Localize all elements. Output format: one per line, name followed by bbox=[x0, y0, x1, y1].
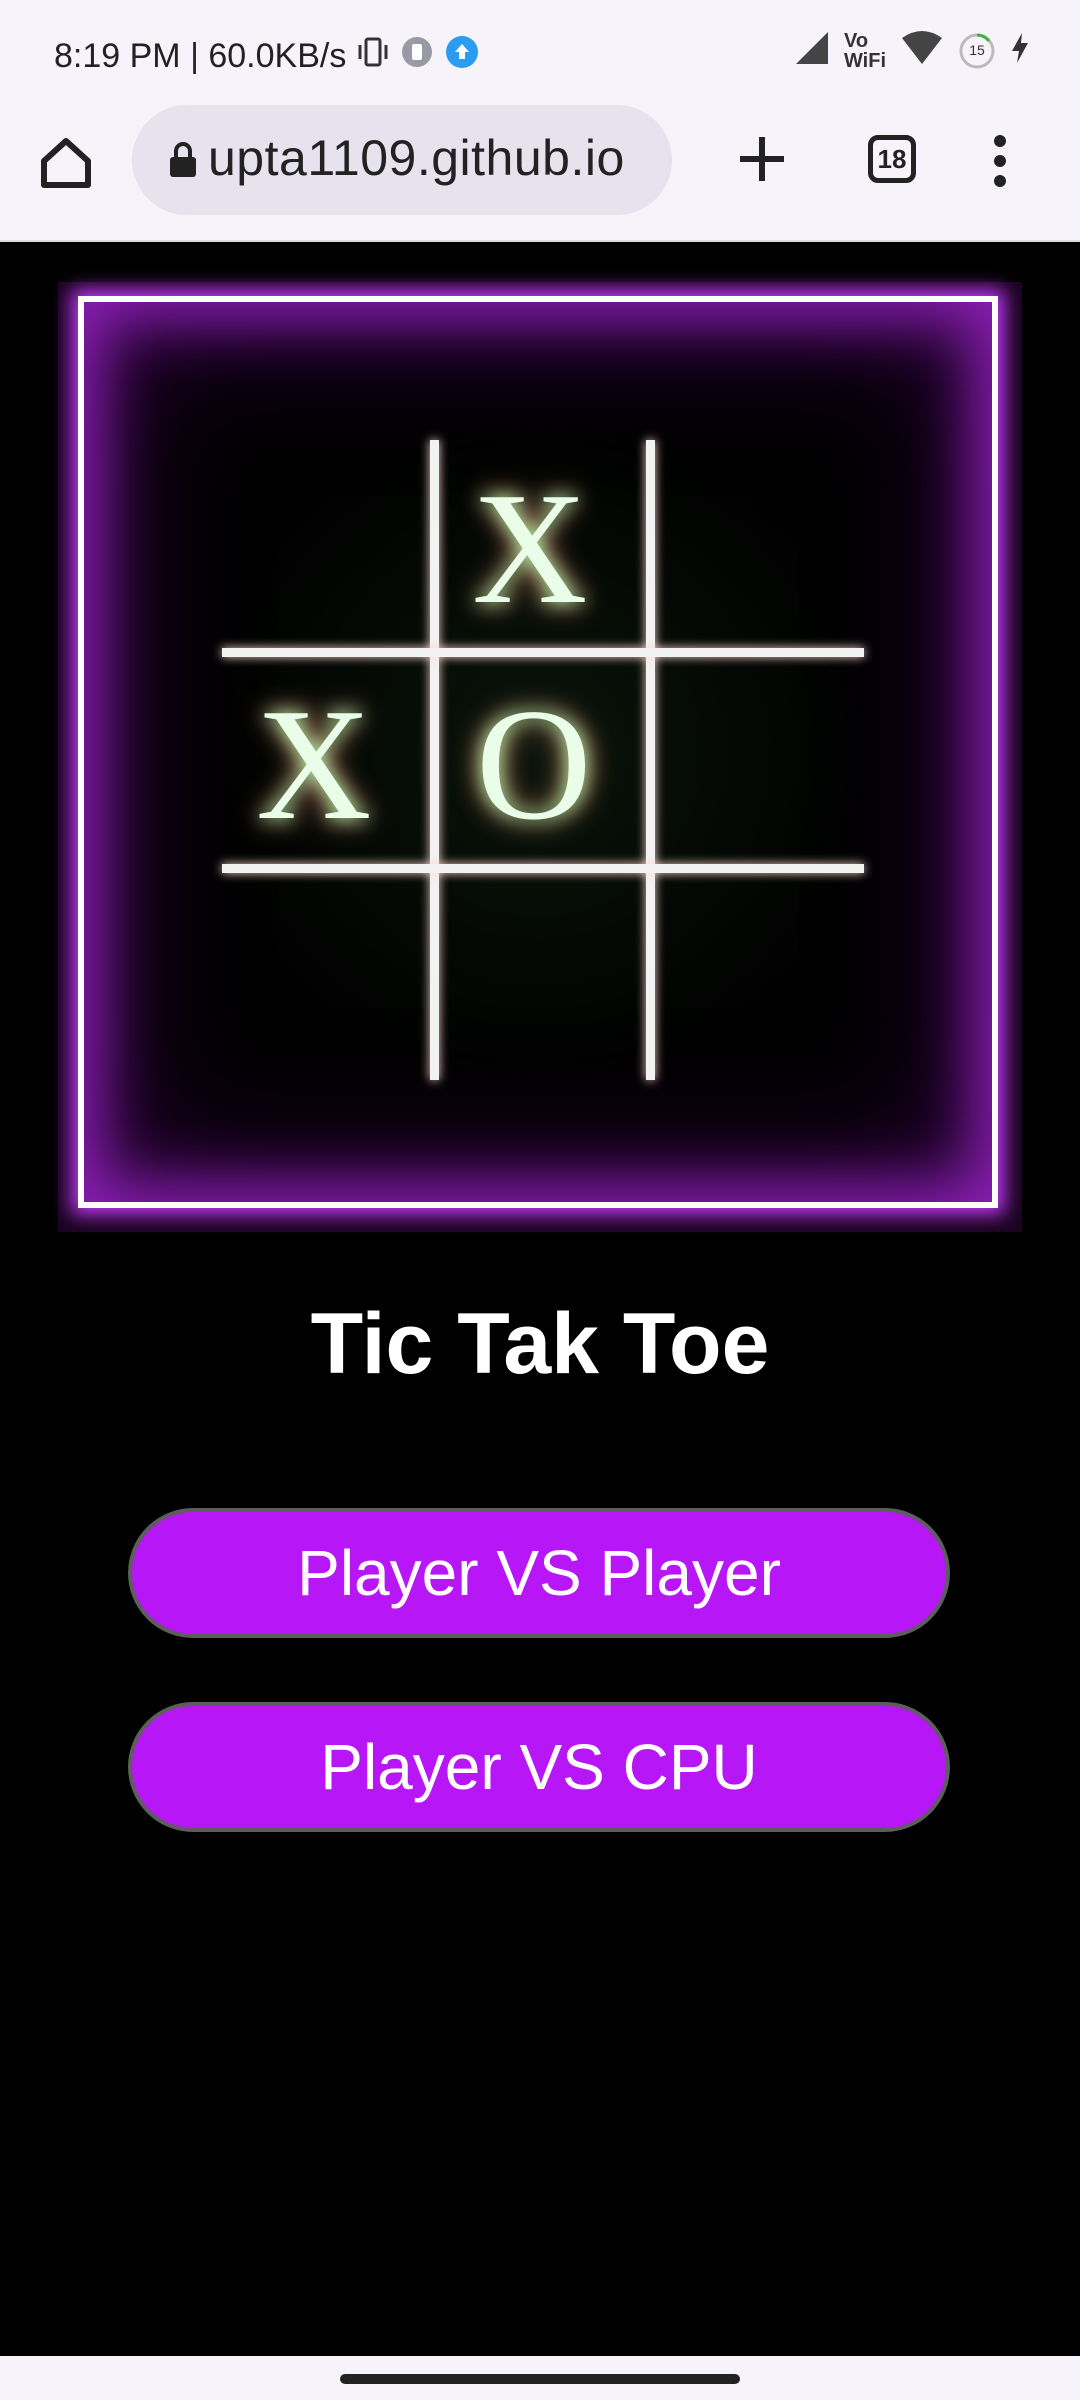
status-bar: 8:19 PM | 60.0KB/s Vo WiFi 15 bbox=[0, 0, 1080, 105]
gesture-nav-bar bbox=[0, 2356, 1080, 2400]
wifi-icon bbox=[900, 30, 944, 71]
grid-line bbox=[430, 440, 439, 1080]
board-cell-mark: X bbox=[256, 675, 372, 853]
lock-icon bbox=[168, 141, 198, 184]
url-text: upta1109.github.io bbox=[208, 130, 625, 186]
charging-icon bbox=[1010, 31, 1030, 70]
hero-image: X X O bbox=[58, 282, 1022, 1232]
neon-frame: X X O bbox=[78, 296, 998, 1208]
cloud-upload-icon bbox=[444, 34, 480, 79]
vowifi-bottom-label: WiFi bbox=[843, 49, 886, 72]
player-vs-player-button[interactable]: Player VS Player bbox=[128, 1508, 950, 1638]
home-icon[interactable] bbox=[30, 127, 102, 199]
status-left: 8:19 PM | 60.0KB/s bbox=[54, 34, 480, 79]
battery-icon: 15 bbox=[958, 32, 996, 70]
board-cell-mark: X bbox=[472, 459, 588, 637]
status-right: Vo WiFi 15 bbox=[794, 30, 1030, 71]
vowifi-icon: Vo WiFi bbox=[844, 31, 886, 71]
status-time-speed: 8:19 PM | 60.0KB/s bbox=[54, 37, 347, 75]
tab-count: 18 bbox=[877, 143, 907, 174]
tab-switcher-button[interactable]: 18 bbox=[868, 135, 916, 183]
home-gesture-handle[interactable] bbox=[340, 2374, 740, 2384]
grid-line bbox=[646, 440, 655, 1080]
signal-icon bbox=[794, 30, 830, 71]
page-title: Tic Tak Toe bbox=[310, 1296, 770, 1392]
vowifi-top-label: Vo bbox=[843, 29, 869, 52]
more-menu-icon[interactable] bbox=[990, 129, 1010, 193]
app-notification-icon bbox=[400, 35, 434, 78]
board-cell-mark: O bbox=[476, 675, 592, 853]
grid-line bbox=[222, 864, 864, 873]
battery-level: 15 bbox=[969, 41, 985, 58]
address-bar[interactable]: upta1109.github.io bbox=[132, 105, 672, 215]
vibrate-icon bbox=[356, 35, 390, 78]
grid-line bbox=[222, 648, 864, 657]
browser-toolbar: upta1109.github.io 18 bbox=[0, 105, 1080, 242]
tic-tac-toe-board: X X O bbox=[84, 302, 992, 1202]
player-vs-cpu-button[interactable]: Player VS CPU bbox=[128, 1702, 950, 1832]
new-tab-icon[interactable] bbox=[730, 127, 794, 191]
